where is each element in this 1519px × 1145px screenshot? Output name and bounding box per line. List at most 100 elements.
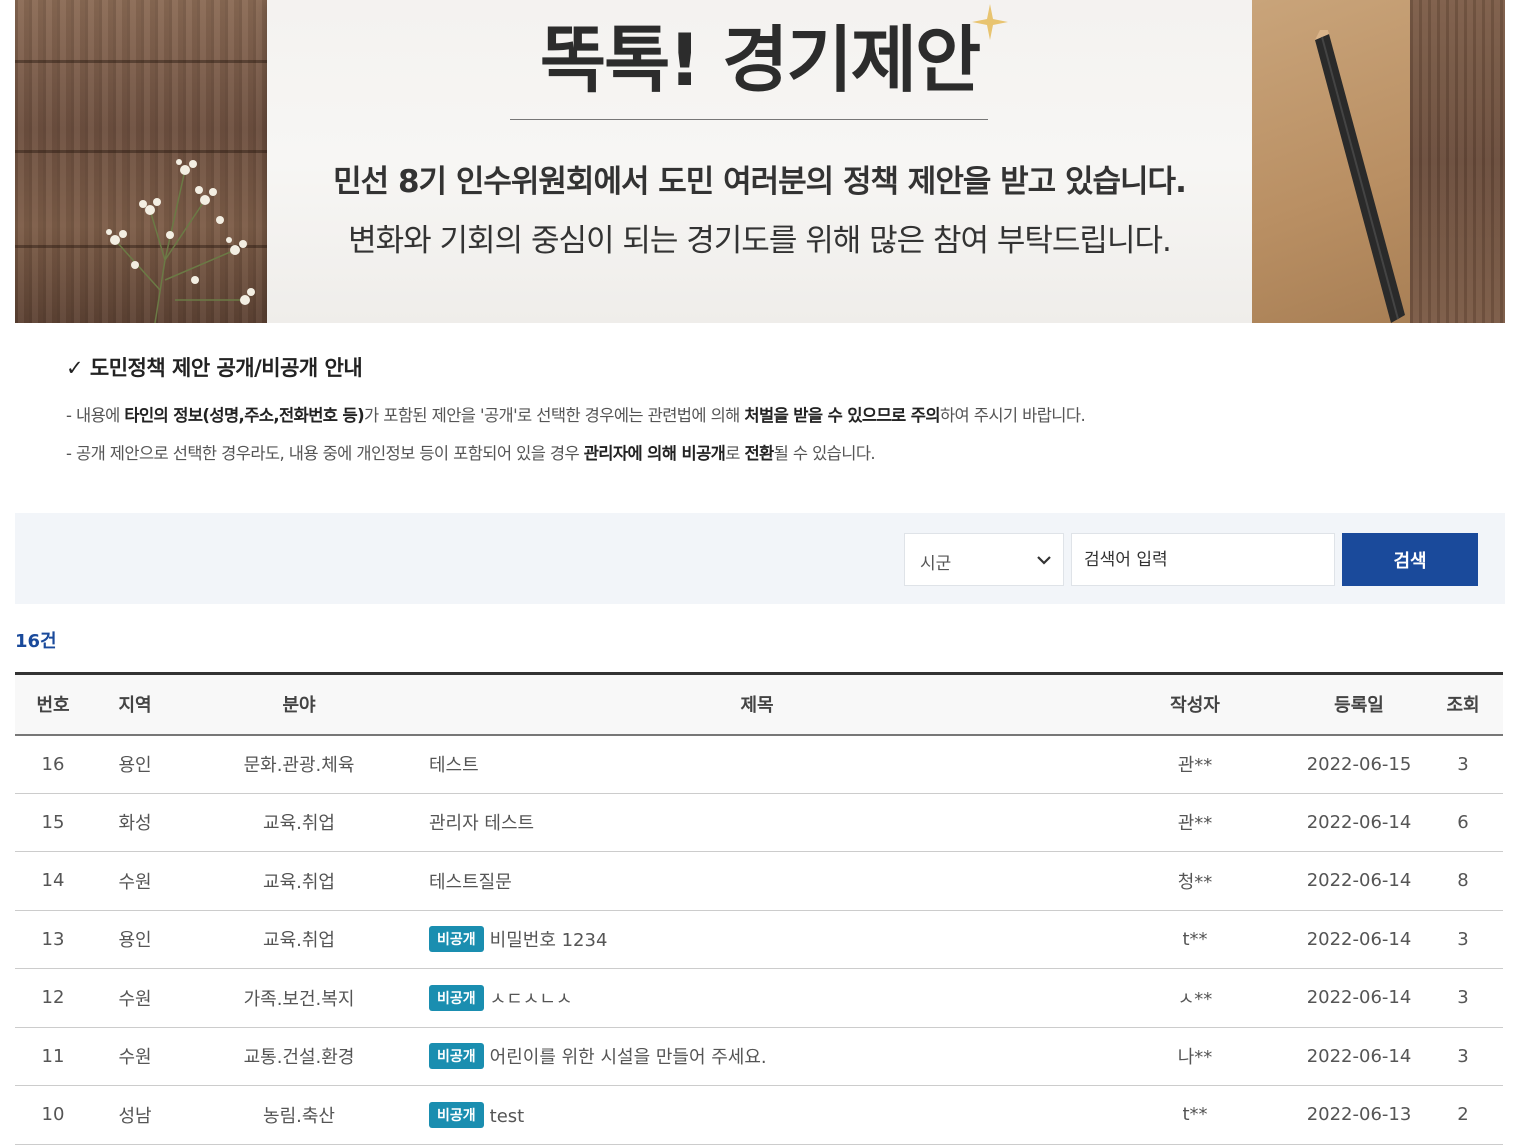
notice-text: 가 포함된 제안을 '공개'로 선택한 경우에는 관련법에 의해 <box>364 406 745 425</box>
cell-author: t** <box>1095 1085 1295 1145</box>
cell-date: 2022-06-14 <box>1295 1027 1423 1086</box>
notice-emphasis: 타인의 정보(성명,주소,전화번호 등) <box>124 406 365 425</box>
cell-views: 3 <box>1423 734 1503 794</box>
cell-date: 2022-06-15 <box>1295 734 1423 794</box>
cell-title[interactable]: 비공개 test <box>419 1085 1095 1145</box>
header-date: 등록일 <box>1295 673 1423 736</box>
cell-date: 2022-06-14 <box>1295 851 1423 911</box>
cell-author: 나** <box>1095 1027 1295 1086</box>
cell-views: 3 <box>1423 910 1503 969</box>
cell-no: 10 <box>15 1085 91 1145</box>
header-author: 작성자 <box>1095 673 1295 736</box>
table-row[interactable]: 13 용인 교육.취업 비공개 비밀번호 1234 t** 2022-06-14 3 <box>15 910 1503 969</box>
cell-date: 2022-06-13 <box>1295 1085 1423 1145</box>
babys-breath-flowers-image <box>106 159 255 323</box>
proposal-title-link[interactable]: test <box>490 1106 525 1127</box>
header-region: 지역 <box>91 673 179 736</box>
region-select[interactable]: 시군 <box>904 533 1064 586</box>
cell-region: 성남 <box>91 1085 179 1145</box>
notice-title: ✓ 도민정책 제안 공개/비공개 안내 <box>66 356 363 380</box>
cell-region: 수원 <box>91 851 179 911</box>
notice-text: - 내용에 <box>66 406 125 425</box>
cell-views: 3 <box>1423 1027 1503 1086</box>
pencil-image <box>1315 30 1405 323</box>
table-row[interactable]: 10 성남 농림.축산 비공개 test t** 2022-06-13 2 <box>15 1085 1503 1145</box>
banner-divider <box>510 119 988 120</box>
notice-text: 하여 주시기 바랍니다. <box>939 406 1086 425</box>
notice-emphasis: 처벌을 받을 수 있으므로 주의 <box>744 406 940 425</box>
cell-region: 용인 <box>91 734 179 794</box>
table-row[interactable]: 16 용인 문화.관광.체육 테스트 관** 2022-06-15 3 <box>15 734 1503 794</box>
cell-no: 16 <box>15 734 91 794</box>
cell-no: 12 <box>15 968 91 1028</box>
cell-region: 용인 <box>91 910 179 969</box>
notice-line-2: - 공개 제안으로 선택한 경우라도, 내용 중에 개인정보 등이 포함되어 있… <box>66 440 876 464</box>
cell-title[interactable]: 테스트질문 <box>419 851 1095 911</box>
proposal-title-link[interactable]: ㅅㄷㅅㄴㅅ <box>490 989 573 1010</box>
cell-title[interactable]: 비공개 ㅅㄷㅅㄴㅅ <box>419 968 1095 1028</box>
notice-emphasis: 전환 <box>744 444 774 463</box>
proposal-title-link[interactable]: 비밀번호 1234 <box>490 930 608 951</box>
cell-category: 가족.보건.복지 <box>179 968 419 1028</box>
cell-no: 11 <box>15 1027 91 1086</box>
cell-views: 2 <box>1423 1085 1503 1145</box>
cell-title[interactable]: 비공개 비밀번호 1234 <box>419 910 1095 969</box>
banner-description-1: 민선 8기 인수위원회에서 도민 여러분의 정책 제안을 받고 있습니다. <box>333 164 1187 200</box>
notice-text: 로 <box>725 444 745 463</box>
header-title: 제목 <box>419 673 1095 736</box>
cell-category: 문화.관광.체육 <box>179 734 419 794</box>
sparkle-icon <box>972 4 1008 40</box>
cell-category: 교육.취업 <box>179 910 419 969</box>
notice-emphasis: 관리자에 의해 비공개 <box>583 444 726 463</box>
cell-category: 교육.취업 <box>179 851 419 911</box>
proposal-title-link[interactable]: 테스트 <box>429 755 479 776</box>
table-row[interactable]: 11 수원 교통.건설.환경 비공개 어린이를 위한 시설을 만들어 주세요. 나** 20… <box>15 1027 1503 1086</box>
cell-category: 교통.건설.환경 <box>179 1027 419 1086</box>
hero-banner: 똑톡! 경기제안 민선 8기 인수위원회에서 도민 여러분의 정책 제안을 받고… <box>15 0 1505 323</box>
search-bar: 시군 검색 <box>15 513 1505 604</box>
private-badge: 비공개 <box>429 1043 484 1070</box>
cell-date: 2022-06-14 <box>1295 793 1423 852</box>
cell-author: 청** <box>1095 851 1295 911</box>
cell-category: 농림.축산 <box>179 1085 419 1145</box>
cell-category: 교육.취업 <box>179 793 419 852</box>
search-button[interactable]: 검색 <box>1342 533 1478 586</box>
cell-author: 관** <box>1095 734 1295 794</box>
notice-text: 될 수 있습니다. <box>773 444 876 463</box>
private-badge: 비공개 <box>429 926 484 953</box>
banner-description-2: 변화와 기회의 중심이 되는 경기도를 위해 많은 참여 부탁드립니다. <box>348 223 1172 259</box>
header-views: 조회 <box>1423 673 1503 736</box>
search-input[interactable] <box>1071 533 1335 586</box>
table-row[interactable]: 15 화성 교육.취업 관리자 테스트 관** 2022-06-14 6 <box>15 793 1503 852</box>
cell-title[interactable]: 비공개 어린이를 위한 시설을 만들어 주세요. <box>419 1027 1095 1086</box>
notice-text: - 공개 제안으로 선택한 경우라도, 내용 중에 개인정보 등이 포함되어 있… <box>66 444 584 463</box>
cell-region: 화성 <box>91 793 179 852</box>
banner-title: 똑톡! 경기제안 <box>539 18 981 102</box>
notice-line-1: - 내용에 타인의 정보(성명,주소,전화번호 등)가 포함된 제안을 '공개'… <box>66 402 1086 426</box>
chevron-down-icon <box>1037 556 1051 565</box>
proposal-title-link[interactable]: 관리자 테스트 <box>429 813 534 834</box>
wood-background-right <box>1410 0 1505 323</box>
private-badge: 비공개 <box>429 984 484 1011</box>
cell-title[interactable]: 테스트 <box>419 734 1095 794</box>
cell-region: 수원 <box>91 1027 179 1086</box>
cell-no: 14 <box>15 851 91 911</box>
cell-author: t** <box>1095 910 1295 969</box>
cell-date: 2022-06-14 <box>1295 968 1423 1028</box>
proposal-title-link[interactable]: 어린이를 위한 시설을 만들어 주세요. <box>490 1047 767 1068</box>
cell-no: 15 <box>15 793 91 852</box>
cell-title[interactable]: 관리자 테스트 <box>419 793 1095 852</box>
proposal-title-link[interactable]: 테스트질문 <box>429 872 512 893</box>
cell-author: 관** <box>1095 793 1295 852</box>
table-header-row: 번호 지역 분야 제목 작성자 등록일 조회 <box>15 673 1503 736</box>
cell-views: 6 <box>1423 793 1503 852</box>
header-no: 번호 <box>15 673 91 736</box>
table-row[interactable]: 14 수원 교육.취업 테스트질문 청** 2022-06-14 8 <box>15 851 1503 911</box>
cell-date: 2022-06-14 <box>1295 910 1423 969</box>
cell-views: 8 <box>1423 851 1503 911</box>
table-row[interactable]: 12 수원 가족.보건.복지 비공개 ㅅㄷㅅㄴㅅ ㅅ** 2022-06-14 3 <box>15 968 1503 1028</box>
cell-views: 3 <box>1423 968 1503 1028</box>
cell-author: ㅅ** <box>1095 968 1295 1028</box>
header-category: 분야 <box>179 673 419 736</box>
cell-region: 수원 <box>91 968 179 1028</box>
